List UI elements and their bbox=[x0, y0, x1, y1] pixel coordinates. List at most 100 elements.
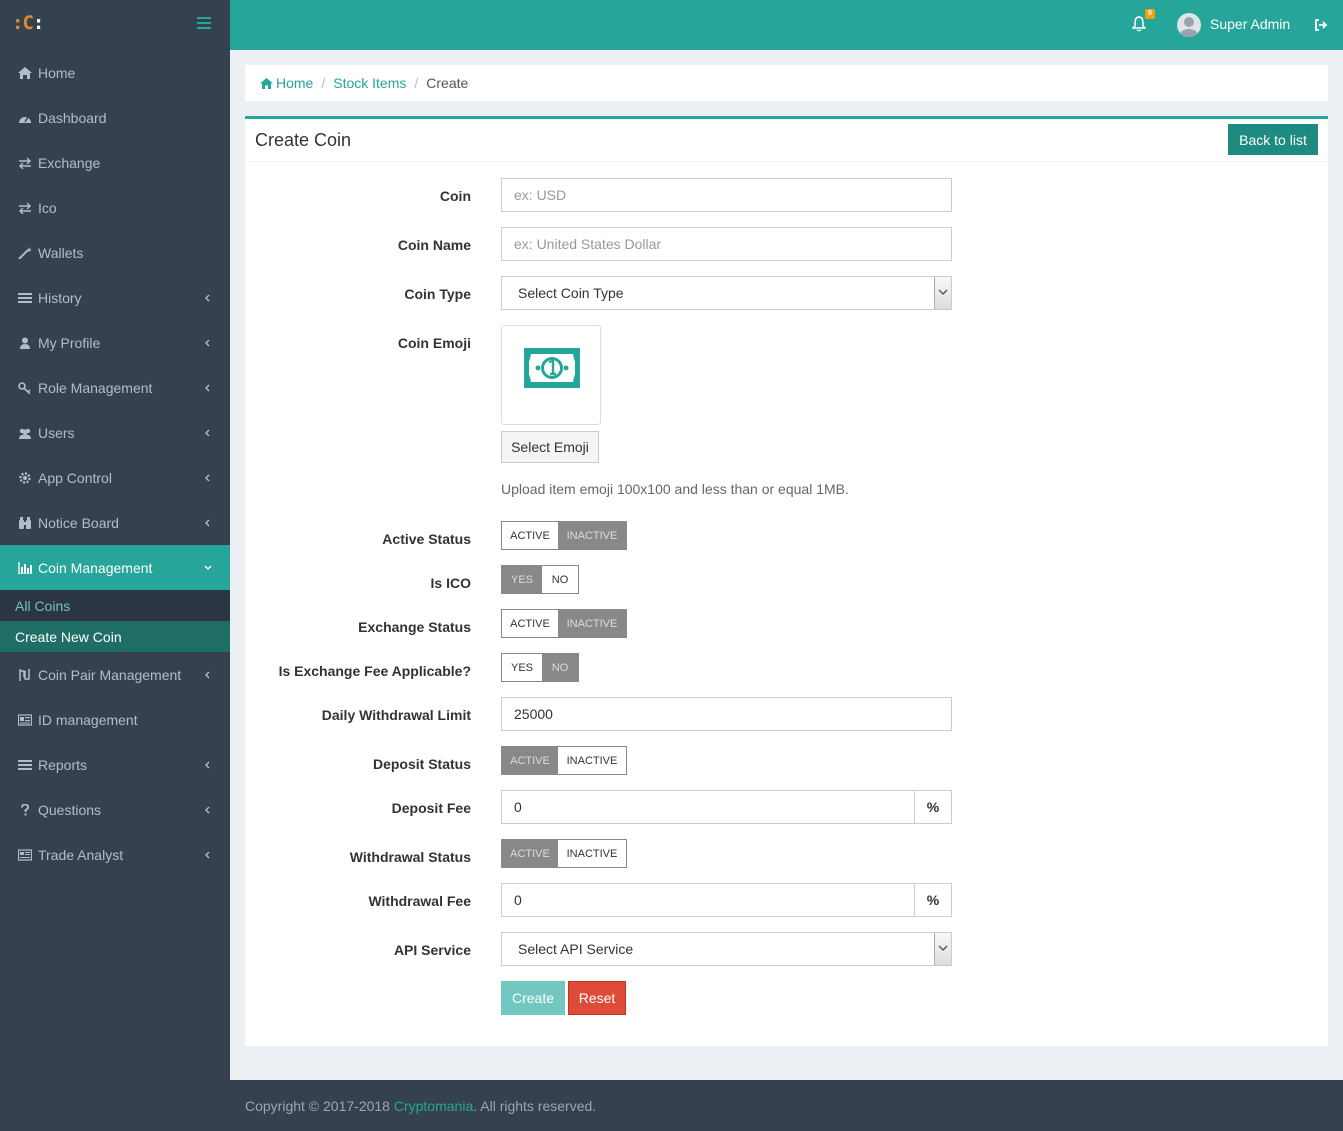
inactive-option[interactable]: INACTIVE bbox=[558, 522, 626, 549]
users-icon bbox=[18, 427, 32, 439]
inactive-option[interactable]: INACTIVE bbox=[558, 747, 626, 774]
inactive-option[interactable]: INACTIVE bbox=[558, 840, 626, 867]
sidebar-item-label: Questions bbox=[38, 801, 102, 818]
deposit-fee-input[interactable]: 0 % bbox=[501, 790, 952, 824]
sidebar-item-notice-board[interactable]: Notice Board bbox=[0, 500, 230, 545]
exchange-fee-toggle[interactable]: YES NO bbox=[501, 653, 579, 682]
notification-badge: 0 bbox=[1145, 9, 1155, 19]
back-to-list-button[interactable]: Back to list bbox=[1228, 124, 1318, 155]
binoculars-icon bbox=[18, 516, 32, 529]
inactive-option[interactable]: INACTIVE bbox=[558, 610, 626, 637]
user-icon bbox=[18, 337, 32, 349]
withdrawal-status-label: Withdrawal Status bbox=[349, 849, 471, 865]
create-coin-panel: Create Coin Back to list Coin ex: USD Co… bbox=[245, 116, 1328, 1046]
sidebar-item-label: Exchange bbox=[38, 154, 101, 171]
withdrawal-fee-input[interactable]: 0 % bbox=[501, 883, 952, 917]
chevron-left-icon bbox=[203, 336, 213, 348]
sidebar-item-id-management[interactable]: ID management bbox=[0, 697, 230, 742]
active-option[interactable]: ACTIVE bbox=[502, 747, 558, 774]
select-emoji-button[interactable]: Select Emoji bbox=[501, 431, 599, 463]
breadcrumb-home[interactable]: Home bbox=[260, 75, 313, 91]
coin-management-submenu: All Coins Create New Coin bbox=[0, 590, 230, 652]
logout-icon[interactable] bbox=[1314, 18, 1328, 32]
withdrawal-status-toggle[interactable]: ACTIVE INACTIVE bbox=[501, 839, 627, 868]
sidebar-item-label: Reports bbox=[38, 756, 88, 773]
coin-pair-icon bbox=[18, 668, 32, 681]
chevron-left-icon bbox=[203, 758, 213, 770]
sidebar-item-questions[interactable]: Questions bbox=[0, 787, 230, 832]
chevron-left-icon bbox=[203, 381, 213, 393]
active-option[interactable]: ACTIVE bbox=[502, 522, 558, 549]
active-status-toggle[interactable]: ACTIVE INACTIVE bbox=[501, 521, 627, 550]
top-header: 0 Super Admin bbox=[230, 0, 1343, 50]
breadcrumb: Home / Stock Items / Create bbox=[245, 65, 1328, 101]
sidebar-item-wallets[interactable]: Wallets bbox=[0, 230, 230, 275]
reset-button[interactable]: Reset bbox=[568, 981, 626, 1015]
sidebar-item-label: History bbox=[38, 289, 82, 306]
sidebar-item-reports[interactable]: Reports bbox=[0, 742, 230, 787]
sidebar-item-coin-pair-management[interactable]: Coin Pair Management bbox=[0, 652, 230, 697]
sidebar-item-label: Coin Pair Management bbox=[38, 666, 182, 683]
chevron-left-icon bbox=[203, 848, 213, 860]
brand-bar: :C: bbox=[0, 0, 230, 50]
coin-name-input[interactable]: ex: United States Dollar bbox=[501, 227, 952, 261]
no-option[interactable]: NO bbox=[542, 566, 578, 593]
yes-option[interactable]: YES bbox=[502, 566, 542, 593]
create-button[interactable]: Create bbox=[501, 981, 565, 1015]
sidebar-item-home[interactable]: Home bbox=[0, 50, 230, 95]
sidebar-toggle-icon[interactable] bbox=[197, 17, 211, 31]
exchange-status-toggle[interactable]: ACTIVE INACTIVE bbox=[501, 609, 627, 638]
list-icon bbox=[18, 292, 32, 304]
active-option[interactable]: ACTIVE bbox=[502, 610, 558, 637]
chevron-left-icon bbox=[203, 668, 213, 680]
coin-input[interactable]: ex: USD bbox=[501, 178, 952, 212]
submenu-item-create-new-coin[interactable]: Create New Coin bbox=[0, 621, 230, 652]
coin-emoji-label: Coin Emoji bbox=[397, 335, 471, 351]
sidebar-item-my-profile[interactable]: My Profile bbox=[0, 320, 230, 365]
submenu-item-all-coins[interactable]: All Coins bbox=[0, 590, 230, 621]
daily-withdrawal-limit-input[interactable]: 25000 bbox=[501, 697, 952, 731]
user-name[interactable]: Super Admin bbox=[1210, 16, 1290, 32]
sidebar-item-label: Users bbox=[38, 424, 75, 441]
avatar[interactable] bbox=[1177, 13, 1201, 37]
chevron-down-icon[interactable] bbox=[934, 933, 951, 965]
sidebar-item-exchange[interactable]: Exchange bbox=[0, 140, 230, 185]
list-icon bbox=[18, 759, 32, 771]
deposit-fee-value: 0 bbox=[514, 799, 522, 815]
exchange-icon bbox=[18, 202, 32, 214]
home-icon bbox=[260, 78, 273, 89]
chevron-left-icon bbox=[203, 426, 213, 438]
dashboard-icon bbox=[18, 112, 32, 124]
sidebar-item-coin-management[interactable]: Coin Management bbox=[0, 545, 230, 590]
sidebar-item-app-control[interactable]: App Control bbox=[0, 455, 230, 500]
deposit-fee-label: Deposit Fee bbox=[391, 800, 471, 816]
footer-brand-link[interactable]: Cryptomania bbox=[394, 1098, 473, 1114]
sidebar-item-ico[interactable]: Ico bbox=[0, 185, 230, 230]
newspaper-icon bbox=[18, 848, 32, 861]
breadcrumb-current: Create bbox=[426, 75, 469, 91]
sidebar-item-history[interactable]: History bbox=[0, 275, 230, 320]
coin-type-value: Select Coin Type bbox=[518, 285, 624, 301]
question-icon bbox=[18, 803, 32, 816]
coin-type-select[interactable]: Select Coin Type bbox=[501, 276, 952, 310]
sidebar-item-label: Role Management bbox=[38, 379, 153, 396]
copyright-text: Copyright © 2017-2018 bbox=[245, 1098, 394, 1114]
coin-name-label: Coin Name bbox=[397, 237, 471, 253]
chevron-down-icon[interactable] bbox=[934, 277, 951, 309]
sidebar-item-users[interactable]: Users bbox=[0, 410, 230, 455]
breadcrumb-separator: / bbox=[414, 75, 419, 91]
sidebar-item-trade-analyst[interactable]: Trade Analyst bbox=[0, 832, 230, 877]
no-option[interactable]: NO bbox=[542, 654, 578, 681]
sidebar-item-label: ID management bbox=[38, 711, 138, 728]
is-ico-toggle[interactable]: YES NO bbox=[501, 565, 579, 594]
active-option[interactable]: ACTIVE bbox=[502, 840, 558, 867]
deposit-status-toggle[interactable]: ACTIVE INACTIVE bbox=[501, 746, 627, 775]
breadcrumb-stock-items[interactable]: Stock Items bbox=[333, 75, 406, 91]
sidebar-item-dashboard[interactable]: Dashboard bbox=[0, 95, 230, 140]
yes-option[interactable]: YES bbox=[502, 654, 542, 681]
sidebar-item-role-management[interactable]: Role Management bbox=[0, 365, 230, 410]
panel-header: Create Coin Back to list bbox=[245, 119, 1328, 162]
app-logo[interactable]: :C: bbox=[12, 12, 44, 34]
api-service-select[interactable]: Select API Service bbox=[501, 932, 952, 966]
exchange-icon bbox=[18, 157, 32, 169]
